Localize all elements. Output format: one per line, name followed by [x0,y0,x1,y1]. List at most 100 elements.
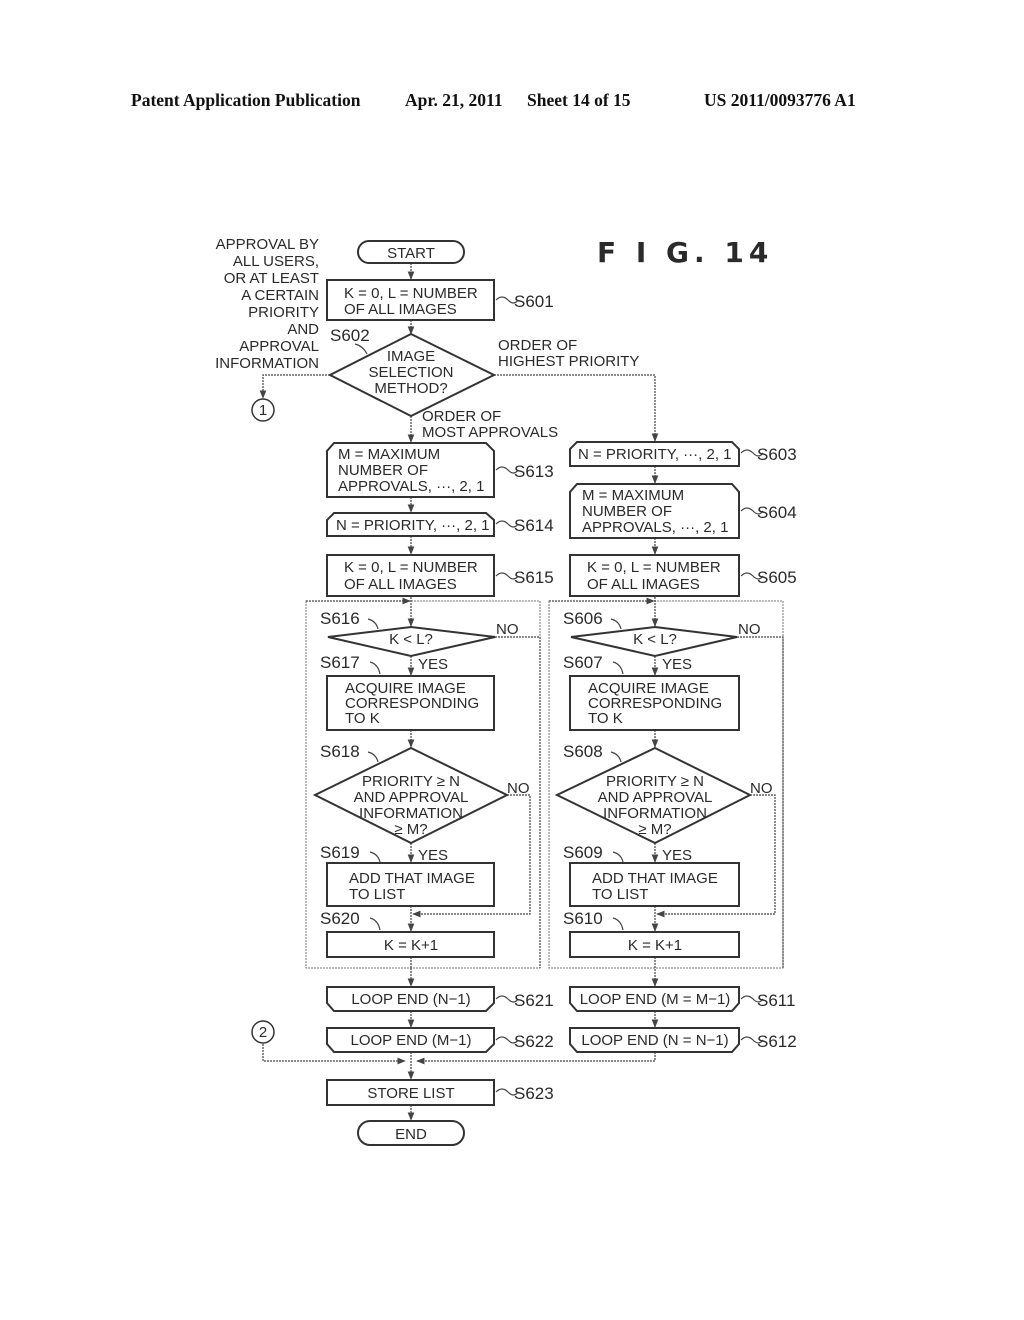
step-s614: N = PRIORITY, ···, 2, 1 S614 [326,512,554,537]
start-terminal: START [357,240,465,264]
node-text: K = K+1 [628,937,682,954]
node-text: TO K [345,710,380,727]
node-text: N = PRIORITY, ···, 2, 1 [336,517,490,534]
step-id: S614 [514,516,554,535]
step-s615: K = 0, L = NUMBER OF ALL IMAGES S615 [326,554,554,597]
node-text: METHOD? [374,380,447,397]
branch-no: NO [496,621,519,638]
step-id: S613 [514,462,554,481]
side-note-line: APPROVAL [239,338,319,355]
step-id: S623 [514,1084,554,1103]
step-id: S609 [563,843,603,862]
branch-yes: YES [418,847,448,864]
step-s609: ADD THAT IMAGE TO LIST S609 [563,843,740,907]
node-text: IMAGE [387,348,435,365]
branch-yes: YES [662,656,692,673]
branch-no: NO [507,780,530,797]
node-text: END [395,1126,427,1143]
step-id: S619 [320,843,360,862]
side-note: APPROVAL BY ALL USERS, OR AT LEAST A CER… [215,236,319,372]
branch-no: NO [738,621,761,638]
side-note-line: OR AT LEAST [224,270,319,287]
step-id: S611 [757,991,795,1010]
node-text: ADD THAT IMAGE [349,870,475,887]
node-text: AND APPROVAL [598,789,713,806]
connector-1: 1 [251,398,275,422]
node-text: N = PRIORITY, ···, 2, 1 [578,446,732,463]
node-text: K < L? [389,631,433,648]
node-text: TO LIST [349,886,405,903]
end-terminal: END [357,1120,465,1146]
branch-yes: YES [662,847,692,864]
node-text: ≥ M? [638,821,671,838]
node-text: STORE LIST [367,1085,454,1102]
step-id: S622 [514,1032,554,1051]
node-text: K = 0, L = NUMBER [587,559,721,576]
step-id: S618 [320,742,360,761]
step-id: S612 [757,1032,797,1051]
node-text: NUMBER OF [338,462,428,479]
node-text: PRIORITY ≥ N [606,773,704,790]
node-text: INFORMATION [603,805,707,822]
side-note-line: APPROVAL BY [216,236,319,253]
node-text: K = 0, L = NUMBER [344,285,478,302]
step-id: S617 [320,653,360,672]
node-text: LOOP END (M = M−1) [580,991,731,1008]
node-text: APPROVALS, ···, 2, 1 [338,478,484,495]
node-text: LOOP END (M−1) [350,1032,471,1049]
node-text: OF ALL IMAGES [344,576,457,593]
step-id: S616 [320,609,360,628]
node-text: PRIORITY ≥ N [362,773,460,790]
node-text: TO LIST [592,886,648,903]
step-s613: M = MAXIMUM NUMBER OF APPROVALS, ···, 2,… [326,442,554,498]
connector-label: 1 [259,402,267,419]
flowchart: F I G. 14 APPROVAL BY ALL USERS, OR AT L… [215,236,797,1146]
step-id: S615 [514,568,554,587]
step-s610: K = K+1 S610 [563,909,740,958]
node-text: OF ALL IMAGES [344,301,457,318]
step-s623: STORE LIST S623 [326,1079,554,1106]
node-text: ≥ M? [394,821,427,838]
side-note-line: A CERTAIN [241,287,319,304]
step-id: S603 [757,445,797,464]
node-text: K = 0, L = NUMBER [344,559,478,576]
step-s601: K = 0, L = NUMBER OF ALL IMAGES S601 [326,279,554,321]
node-text: M = MAXIMUM [582,487,684,504]
step-s612: LOOP END (N = N−1) S612 [569,1027,797,1053]
step-s604: M = MAXIMUM NUMBER OF APPROVALS, ···, 2,… [569,483,797,539]
node-text: M = MAXIMUM [338,446,440,463]
step-id: S607 [563,653,603,672]
side-note-line: INFORMATION [215,355,319,372]
step-s622: LOOP END (M−1) S622 [326,1027,554,1053]
node-text: AND APPROVAL [354,789,469,806]
side-note-line: PRIORITY [248,304,319,321]
step-id: S620 [320,909,360,928]
side-note-line: AND [287,321,319,338]
side-note-line: ALL USERS, [233,253,319,270]
step-id: S605 [757,568,797,587]
branch-no: NO [750,780,773,797]
step-s607: ACQUIRE IMAGE CORRESPONDING TO K S607 [563,653,740,731]
node-text: K < L? [633,631,677,648]
step-id: S604 [757,503,797,522]
node-text: INFORMATION [359,805,463,822]
decision-s602: IMAGE SELECTION METHOD? S602 [327,326,497,418]
node-text: OF ALL IMAGES [587,576,700,593]
step-id: S621 [514,991,554,1010]
branch-label: MOST APPROVALS [422,424,558,441]
node-text: TO K [588,710,623,727]
branch-label: ORDER OF [498,337,577,354]
node-text: START [387,245,435,262]
branch-yes: YES [418,656,448,673]
step-s611: LOOP END (M = M−1) S611 [569,986,795,1012]
step-id: S608 [563,742,603,761]
node-text: SELECTION [368,364,453,381]
step-s621: LOOP END (N−1) S621 [326,986,554,1012]
step-s605: K = 0, L = NUMBER OF ALL IMAGES S605 [569,554,797,597]
step-s603: N = PRIORITY, ···, 2, 1 S603 [569,441,797,467]
branch-label: ORDER OF [422,408,501,425]
step-id: S610 [563,909,603,928]
node-text: LOOP END (N−1) [351,991,470,1008]
node-text: K = K+1 [384,937,438,954]
step-id: S601 [514,292,554,311]
